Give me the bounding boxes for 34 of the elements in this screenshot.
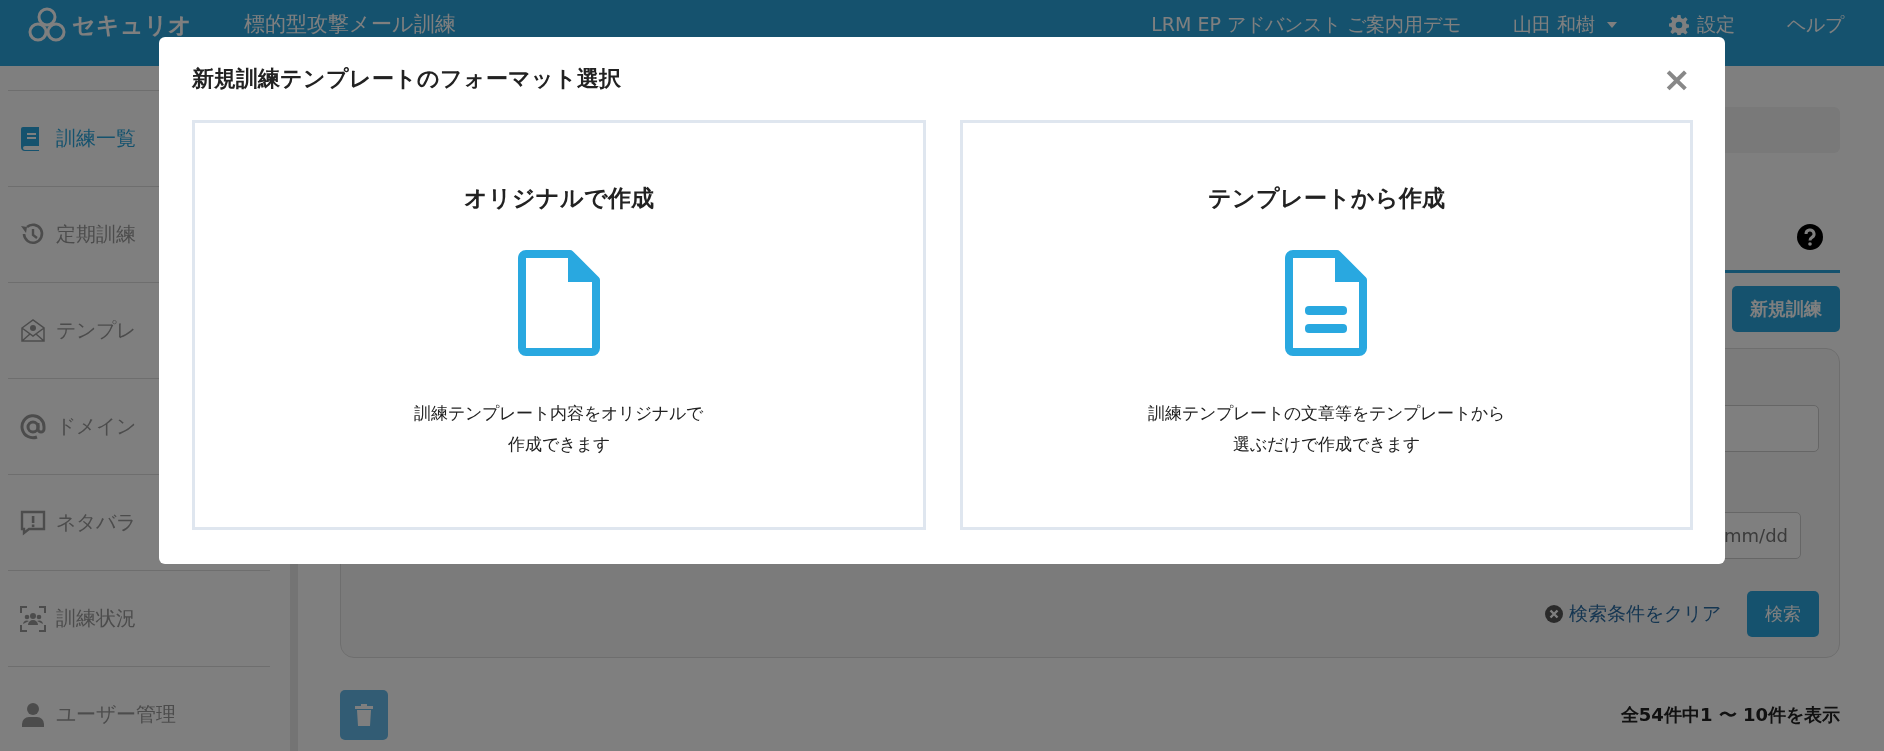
search-button[interactable]: 検索 — [1747, 591, 1819, 637]
clear-icon — [1545, 605, 1563, 623]
logo-text: セキュリオ — [72, 10, 192, 40]
group-icon — [20, 605, 46, 632]
document-icon — [1285, 250, 1368, 356]
file-icon — [517, 250, 600, 356]
new-training-button[interactable]: 新規訓練 — [1732, 286, 1840, 332]
modal-title: 新規訓練テンプレートのフォーマット選択 — [192, 65, 621, 93]
card-description-line: 訓練テンプレートの文章等をテンプレートから — [1147, 402, 1505, 425]
trash-icon — [355, 704, 373, 726]
user-icon — [20, 701, 46, 728]
settings-link[interactable]: 設定 — [1697, 12, 1735, 38]
clear-link[interactable]: 検索条件をクリア — [1569, 601, 1721, 627]
card-description-line: 作成できます — [507, 433, 610, 456]
user-menu[interactable]: 山田 和樹 — [1512, 12, 1617, 38]
delete-button[interactable] — [340, 690, 388, 740]
card-description-line: 訓練テンプレート内容をオリジナルで — [414, 402, 704, 425]
app-title: 標的型攻撃メール訓練 — [244, 11, 456, 38]
logo-icon — [28, 7, 66, 43]
card-title: オリジナルで作成 — [463, 184, 654, 213]
help-icon — [1797, 224, 1823, 250]
caret-icon — [1607, 22, 1617, 28]
card-description-line: 選ぶだけで作成できます — [1232, 433, 1420, 456]
option-card[interactable]: オリジナルで作成 訓練テンプレート内容をオリジナルで 作成できます — [192, 120, 926, 530]
settings-icon — [1669, 15, 1689, 35]
envelope-icon — [20, 317, 46, 344]
option-card[interactable]: テンプレートから作成 訓練テンプレートの文章等をテンプレートから 選ぶだけで作成できます — [959, 120, 1693, 530]
help-link[interactable]: ヘルプ — [1787, 12, 1844, 38]
tenant-name: LRM EP アドバンスト ご案内用デモ — [1151, 12, 1461, 37]
result-count: 全54件中1 〜 10件を表示 — [1620, 703, 1840, 727]
close-button[interactable]: × — [1662, 62, 1691, 96]
card-title: テンプレートから作成 — [1207, 184, 1445, 213]
at-sign-icon — [20, 413, 46, 440]
speech-bubble-alert-icon — [20, 509, 46, 536]
